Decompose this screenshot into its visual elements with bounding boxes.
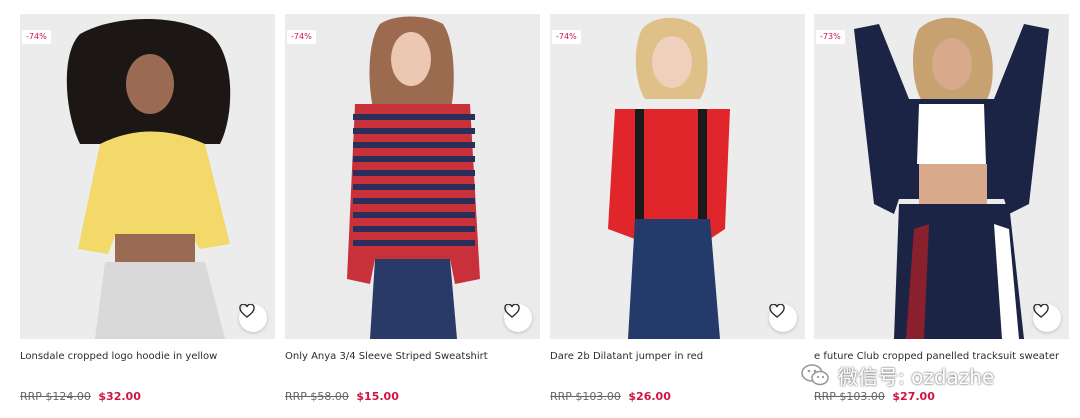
product-price: RRP $58.00 $15.00 (285, 390, 399, 404)
discount-badge: -73% (816, 30, 845, 44)
product-title[interactable]: Only Anya 3/4 Sleeve Striped Sweatshirt (285, 350, 540, 364)
product-price: RRP $103.00 $27.00 (814, 390, 935, 404)
save-for-later-button[interactable] (769, 304, 797, 332)
heart-icon (769, 304, 785, 318)
discount-badge: -74% (22, 30, 51, 44)
rrp-price: RRP $103.00 (814, 390, 885, 403)
product-price: RRP $124.00 $32.00 (20, 390, 141, 404)
product-card[interactable]: -74% Dare 2b Dilatant jumper in red RRP … (550, 14, 805, 418)
product-image[interactable]: -74% (550, 14, 805, 339)
heart-icon (1033, 304, 1049, 318)
product-photo (285, 14, 540, 339)
product-title[interactable]: Lonsdale cropped logo hoodie in yellow (20, 350, 275, 364)
product-photo (550, 14, 805, 339)
rrp-price: RRP $58.00 (285, 390, 349, 403)
product-photo (814, 14, 1069, 339)
rrp-price: RRP $103.00 (550, 390, 621, 403)
save-for-later-button[interactable] (504, 304, 532, 332)
product-card[interactable]: -74% Only Anya 3/4 Sleeve Striped Sweats… (285, 14, 540, 418)
product-price: RRP $103.00 $26.00 (550, 390, 671, 404)
product-photo (20, 14, 275, 339)
discount-badge: -74% (552, 30, 581, 44)
discount-badge: -74% (287, 30, 316, 44)
sale-price: $15.00 (356, 390, 399, 403)
product-grid: -74% Lonsdale cropped logo hoodie in yel… (20, 14, 1069, 418)
product-title[interactable]: e future Club cropped panelled tracksuit… (814, 350, 1069, 364)
product-title[interactable]: Dare 2b Dilatant jumper in red (550, 350, 805, 364)
product-image[interactable]: -74% (20, 14, 275, 339)
heart-icon (504, 304, 520, 318)
sale-price: $32.00 (98, 390, 141, 403)
sale-price: $26.00 (628, 390, 671, 403)
save-for-later-button[interactable] (1033, 304, 1061, 332)
product-card[interactable]: -74% Lonsdale cropped logo hoodie in yel… (20, 14, 275, 418)
rrp-price: RRP $124.00 (20, 390, 91, 403)
product-image[interactable]: -73% (814, 14, 1069, 339)
save-for-later-button[interactable] (239, 304, 267, 332)
heart-icon (239, 304, 255, 318)
product-card[interactable]: -73% e future Club cropped panelled trac… (814, 14, 1069, 418)
product-image[interactable]: -74% (285, 14, 540, 339)
sale-price: $27.00 (892, 390, 935, 403)
